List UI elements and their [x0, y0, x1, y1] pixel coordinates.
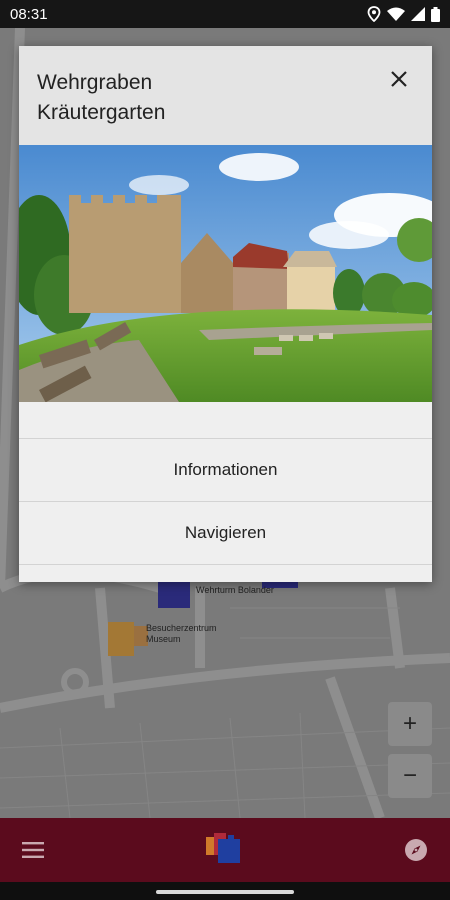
system-nav-bar	[0, 882, 450, 900]
divider	[19, 564, 432, 565]
wifi-icon	[387, 7, 405, 21]
status-icons	[367, 6, 440, 22]
app-logo	[204, 831, 244, 870]
compass-button[interactable]	[402, 836, 430, 864]
home-gesture-pill[interactable]	[156, 890, 294, 894]
zoom-in-button[interactable]: +	[388, 702, 432, 746]
dialog-title: Wehrgraben Kräutergarten	[37, 68, 237, 128]
zoom-out-button[interactable]: −	[388, 754, 432, 798]
signal-icon	[411, 7, 425, 21]
bottom-app-bar	[0, 818, 450, 882]
map-label: Museum	[146, 634, 181, 644]
dialog-header: Wehrgraben Kräutergarten	[19, 46, 432, 145]
navigieren-button[interactable]: Navigieren	[19, 502, 432, 564]
map-label: Besucherzentrum	[146, 623, 217, 633]
app-logo-icon	[206, 832, 240, 863]
poi-dialog: Wehrgraben Kräutergarten Informationen N…	[19, 46, 432, 582]
compass-icon	[405, 839, 427, 861]
location-icon	[367, 6, 381, 22]
dialog-spacer	[19, 402, 432, 438]
dialog-title-line1: Wehrgraben	[37, 71, 153, 94]
map-label: Wehrturm Bolander	[196, 585, 274, 595]
close-icon	[391, 71, 407, 87]
status-bar: 08:31	[0, 0, 450, 28]
menu-icon	[22, 842, 44, 858]
poi-photo	[19, 145, 432, 402]
informationen-button[interactable]: Informationen	[19, 439, 432, 501]
status-time: 08:31	[10, 5, 48, 23]
close-button[interactable]	[386, 66, 412, 92]
battery-icon	[431, 6, 440, 22]
dialog-title-line2: Kräutergarten	[37, 101, 166, 124]
menu-button[interactable]	[20, 837, 46, 863]
